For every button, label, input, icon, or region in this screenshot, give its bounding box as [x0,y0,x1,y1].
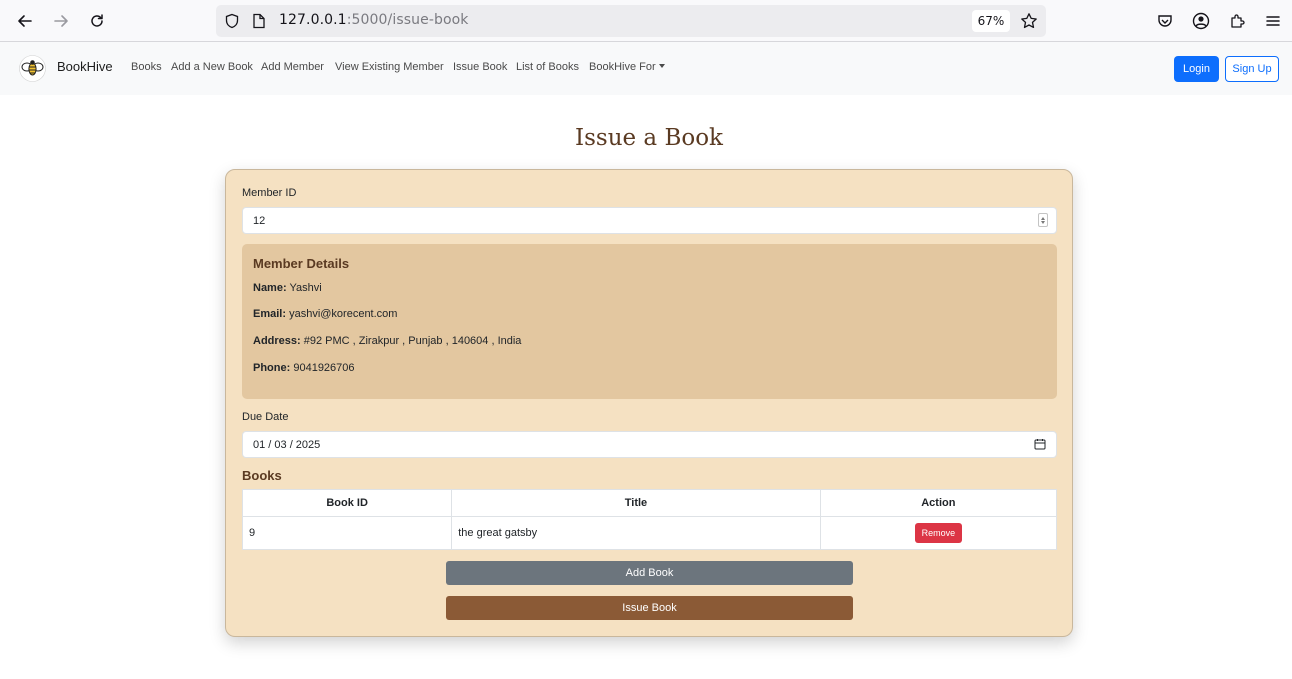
account-icon[interactable] [1189,9,1213,33]
shield-icon[interactable] [224,13,240,33]
address-bar[interactable]: 127.0.0.1:5000/issue-book 67% [216,5,1046,37]
nav-link-list-books[interactable]: List of Books [516,61,579,73]
member-id-label: Member ID [242,187,297,199]
member-address-label: Address: [253,335,301,347]
member-email-value: yashvi@korecent.com [289,308,398,320]
member-id-value: 12 [253,214,266,227]
member-phone-label: Phone: [253,362,291,374]
nav-link-add-member[interactable]: Add Member [261,61,324,73]
table-row: 9 the great gatsby Remove [241,516,1058,550]
due-date-value: 01 / 03 / 2025 [253,438,321,451]
url-text: 127.0.0.1:5000/issue-book [279,12,469,28]
calendar-icon[interactable] [1034,438,1046,453]
member-details-panel: Member Details Name: Yashvi Email: yashv… [242,244,1057,399]
member-address-value: #92 PMC , Zirakpur , Punjab , 140604 , I… [303,335,522,347]
member-id-input[interactable]: 12 [242,207,1057,234]
member-address: Address: #92 PMC , Zirakpur , Punjab , 1… [253,335,521,347]
member-email: Email: yashvi@korecent.com [253,308,397,320]
page-info-icon[interactable] [252,13,266,33]
pocket-icon[interactable] [1153,9,1177,33]
column-header-book-id: Book ID [241,489,453,517]
reload-icon[interactable] [85,9,109,33]
member-phone: Phone: 9041926706 [253,362,355,374]
nav-dropdown-bookhive-for[interactable]: BookHive For [589,61,665,73]
app-navbar: BookHive Books Add a New Book Add Member… [0,42,1292,95]
books-table: Book ID Title Action 9 the great gatsby … [241,489,1058,550]
bookhive-logo-icon[interactable] [19,55,46,82]
table-header-row: Book ID Title Action [241,489,1058,517]
browser-toolbar: 127.0.0.1:5000/issue-book 67% [0,0,1292,42]
books-heading: Books [242,468,282,483]
menu-icon[interactable] [1261,9,1285,33]
login-button[interactable]: Login [1174,56,1219,82]
bookmark-star-icon[interactable] [1020,12,1038,34]
brand-name[interactable]: BookHive [57,59,113,74]
nav-link-view-member[interactable]: View Existing Member [335,61,444,73]
nav-link-issue-book[interactable]: Issue Book [453,61,507,73]
due-date-input[interactable]: 01 / 03 / 2025 [242,431,1057,458]
remove-book-button[interactable]: Remove [914,523,963,543]
member-name: Name: Yashvi [253,282,322,294]
zoom-level[interactable]: 67% [972,10,1010,32]
back-icon[interactable] [13,9,37,33]
add-book-button[interactable]: Add Book [446,561,853,585]
column-header-title: Title [451,489,821,517]
extensions-icon[interactable] [1225,9,1249,33]
caret-down-icon [658,64,665,68]
dropdown-label: BookHive For [589,61,656,73]
page-title: Issue a Book [575,125,723,151]
member-phone-value: 9041926706 [293,362,355,374]
cell-book-id: 9 [241,516,453,550]
nav-link-books[interactable]: Books [131,61,162,73]
cell-action: Remove [819,516,1058,550]
nav-link-add-book[interactable]: Add a New Book [171,61,253,73]
member-email-label: Email: [253,308,287,320]
member-name-label: Name: [253,282,287,294]
issue-book-form-card: Member ID 12 Member Details Name: Yashvi… [225,169,1073,637]
due-date-label: Due Date [242,411,289,423]
member-name-value: Yashvi [289,282,322,294]
issue-book-button[interactable]: Issue Book [446,596,853,620]
signup-button[interactable]: Sign Up [1225,56,1279,82]
member-details-heading: Member Details [253,256,350,271]
column-header-action: Action [819,489,1058,517]
forward-icon[interactable] [49,9,73,33]
number-spinner-icon[interactable] [1038,213,1048,227]
cell-title: the great gatsby [451,516,821,550]
